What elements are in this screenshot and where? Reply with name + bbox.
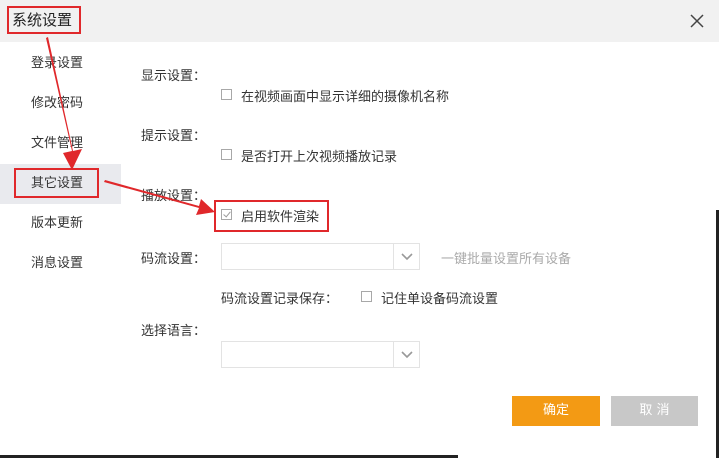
- language-select[interactable]: [221, 341, 420, 368]
- close-button[interactable]: [684, 8, 710, 34]
- cancel-button[interactable]: 取 消: [611, 396, 698, 426]
- playback-settings-label: 播放设置：: [141, 189, 207, 204]
- sidebar-item-label: 登录设置: [31, 56, 84, 71]
- sidebar-item-other[interactable]: 其它设置: [0, 164, 121, 204]
- ok-button[interactable]: 确定: [512, 396, 600, 426]
- settings-sidebar: 登录设置 修改密码 文件管理 其它设置 版本更新 消息设置: [0, 42, 121, 458]
- sidebar-item-messages[interactable]: 消息设置: [0, 244, 121, 284]
- remember-stream-label: 记住单设备码流设置: [381, 292, 499, 307]
- chevron-down-icon: [401, 252, 413, 260]
- stream-save-label: 码流设置记录保存：: [221, 292, 339, 307]
- sidebar-item-login[interactable]: 登录设置: [0, 44, 121, 84]
- sidebar-item-label: 消息设置: [31, 256, 84, 271]
- stream-dropdown-button[interactable]: [393, 244, 419, 269]
- close-icon: [690, 14, 704, 28]
- stream-batch-hint: 一键批量设置所有设备: [441, 252, 572, 267]
- sidebar-item-label: 文件管理: [31, 136, 84, 151]
- title-bar: 系统设置: [0, 0, 719, 42]
- software-rendering-checkbox[interactable]: [221, 209, 232, 220]
- stream-settings-label: 码流设置：: [141, 252, 207, 267]
- language-dropdown-button[interactable]: [393, 342, 419, 367]
- prompt-settings-label: 提示设置：: [141, 129, 207, 144]
- chevron-down-icon: [401, 350, 413, 358]
- display-settings-label: 显示设置：: [141, 69, 207, 84]
- system-settings-dialog: 系统设置 登录设置 修改密码 文件管理 其它设置 版本更新 消息设置 显示设置：…: [0, 0, 719, 458]
- sidebar-item-files[interactable]: 文件管理: [0, 124, 121, 164]
- last-playback-record-checkbox[interactable]: [221, 149, 232, 160]
- last-playback-record-label: 是否打开上次视频播放记录: [241, 150, 398, 165]
- stream-select[interactable]: [221, 243, 420, 270]
- language-label: 选择语言：: [141, 324, 207, 339]
- sidebar-item-label: 其它设置: [31, 176, 84, 191]
- sidebar-item-label: 修改密码: [31, 96, 84, 111]
- display-camera-name-checkbox[interactable]: [221, 89, 232, 100]
- dialog-title: 系统设置: [12, 11, 73, 29]
- display-camera-name-label: 在视频画面中显示详细的摄像机名称: [241, 90, 450, 105]
- software-rendering-label: 启用软件渲染: [241, 210, 320, 225]
- sidebar-item-label: 版本更新: [31, 216, 84, 231]
- remember-stream-checkbox[interactable]: [361, 291, 372, 302]
- sidebar-item-password[interactable]: 修改密码: [0, 84, 121, 124]
- sidebar-item-update[interactable]: 版本更新: [0, 204, 121, 244]
